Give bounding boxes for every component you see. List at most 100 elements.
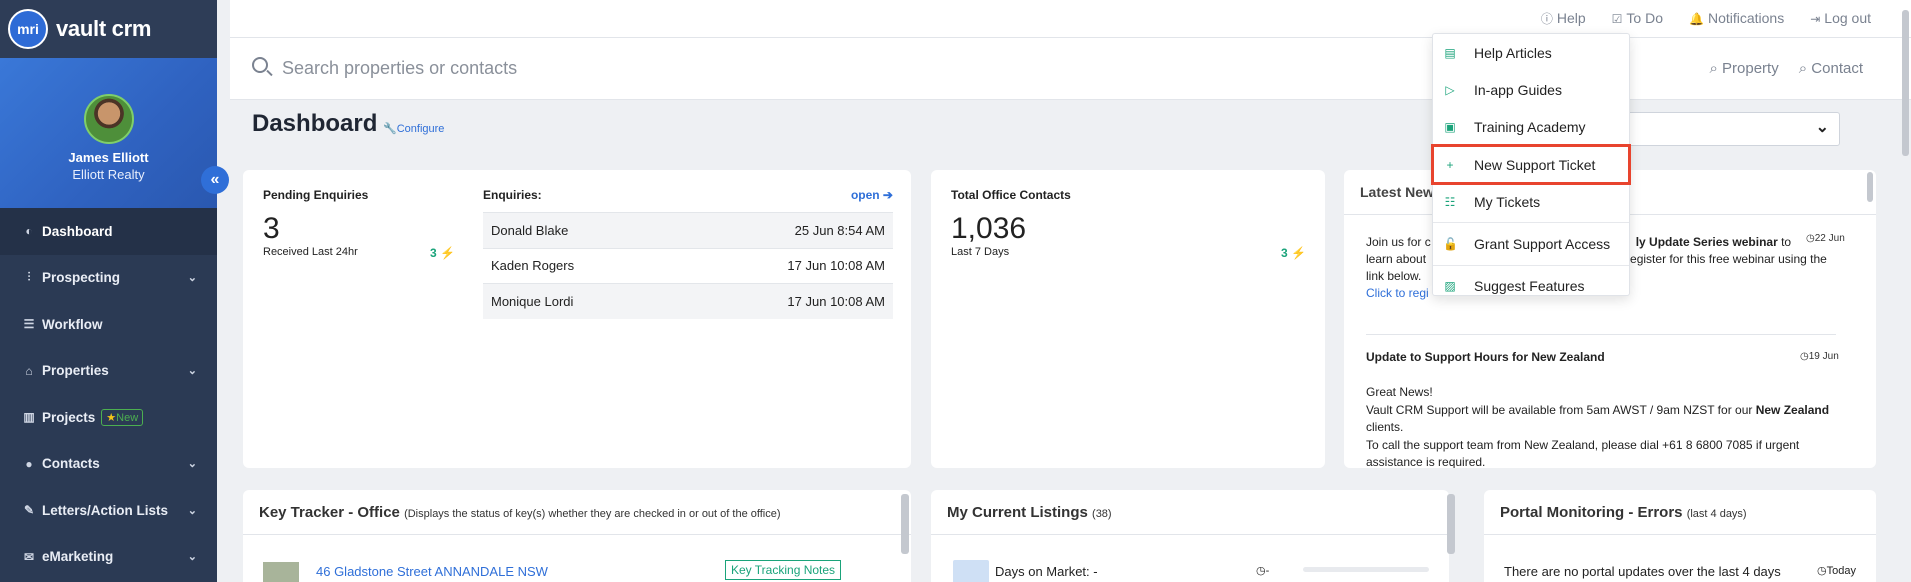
sidebar-item-prospecting[interactable]: ⫶ Prospecting ⌄ [0, 255, 217, 302]
configure-label: Configure [396, 123, 445, 135]
search-contact-button[interactable]: ⌕ Contact [1799, 60, 1863, 77]
menu-item-training-academy[interactable]: ▣ Training Academy [1433, 109, 1629, 146]
todo-link[interactable]: ☑ To Do [1612, 10, 1663, 27]
dashboard-select[interactable] [1622, 112, 1840, 146]
listings-heading: My Current Listings [947, 504, 1088, 521]
key-tracking-notes-button[interactable]: Key Tracking Notes [725, 560, 842, 580]
news-text: clients. [1366, 420, 1404, 434]
news-text: Great News! [1366, 385, 1433, 399]
tickets-list-icon: ☷ [1444, 194, 1456, 209]
table-row[interactable]: Donald Blake 25 Jun 8:54 AM [483, 212, 893, 248]
sidebar-item-label: Letters/Action Lists [42, 502, 169, 518]
sidebar-item-contacts[interactable]: ● Contacts ⌄ [0, 441, 217, 488]
menu-item-new-support-ticket[interactable]: + New Support Ticket [1431, 143, 1631, 186]
help-label: Help [1556, 10, 1586, 26]
portal-heading: Portal Monitoring - Errors [1500, 504, 1683, 521]
sidebar: mri vault crm James Elliott Elliott Real… [0, 0, 229, 582]
page-title: Dashboard [252, 110, 378, 137]
menu-item-label: Help Articles [1474, 44, 1552, 61]
help-link[interactable]: ⓘ Help [1541, 10, 1586, 27]
listings-scrollbar[interactable] [1447, 494, 1455, 554]
menu-item-grant-support-access[interactable]: 🔓 Grant Support Access [1433, 225, 1629, 262]
brand[interactable]: mri vault crm [0, 0, 217, 58]
edit-icon: ✎ [23, 503, 35, 518]
brand-logo: mri [8, 9, 48, 49]
sidebar-item-label: Workflow [42, 316, 103, 332]
divider [243, 534, 911, 535]
notifications-label: Notifications [1707, 10, 1785, 26]
contacts-badge[interactable]: 3 ⚡ [1281, 246, 1306, 260]
current-listings-card: My Current Listings (38) Days on Market:… [931, 490, 1455, 582]
search-property-button[interactable]: ⌕ Property [1709, 60, 1778, 77]
menu-item-help-articles[interactable]: ▤ Help Articles [1433, 34, 1629, 71]
menu-item-suggest-features[interactable]: ▨ Suggest Features [1433, 268, 1629, 305]
search-contact-label: Contact [1811, 60, 1863, 77]
help-dropdown-menu: ▤ Help Articles ▷ In-app Guides ▣ Traini… [1431, 33, 1631, 296]
avatar[interactable] [83, 94, 134, 144]
configure-link[interactable]: 🔧Configure [383, 122, 444, 135]
menu-item-label: New Support Ticket [1474, 156, 1596, 173]
open-enquiries-link[interactable]: open ➔ [851, 188, 893, 202]
chevron-down-icon: ⌄ [187, 458, 197, 471]
feedback-icon: ▨ [1444, 279, 1456, 294]
property-address-link[interactable]: 46 Gladstone Street ANNANDALE NSW [316, 564, 548, 579]
news-text: Vault CRM Support will be available from… [1366, 402, 1756, 417]
pending-badge[interactable]: 3 ⚡ [430, 246, 455, 260]
sidebar-nav: ◐ Dashboard ⫶ Prospecting ⌄ ☰ Workflow ⌂… [0, 208, 217, 580]
menu-item-label: My Tickets [1474, 193, 1541, 210]
key-tracker-title: Key Tracker - Office (Displays the statu… [259, 504, 781, 521]
sidebar-item-label: Contacts [42, 456, 100, 472]
wrench-icon: 🔧 [383, 123, 397, 135]
key-tracker-heading: Key Tracker - Office [259, 504, 400, 521]
news-item-2-title: Update to Support Hours for New Zealand [1366, 350, 1605, 364]
menu-item-label: Grant Support Access [1474, 236, 1611, 253]
news-bold: New Zealand [1755, 402, 1830, 417]
logout-link[interactable]: ⇥ Log out [1810, 10, 1871, 27]
user-icon: ● [25, 456, 33, 471]
enquiry-date: 17 Jun 10:08 AM [787, 293, 885, 309]
page-scrollbar[interactable] [1902, 10, 1909, 156]
news-scrollbar[interactable] [1867, 172, 1873, 202]
key-tracker-subtitle: (Displays the status of key(s) whether t… [404, 508, 781, 520]
portal-monitoring-card: Portal Monitoring - Errors (last 4 days)… [1484, 490, 1876, 582]
sidebar-item-label: Properties [42, 363, 109, 379]
sidebar-item-workflow[interactable]: ☰ Workflow [0, 301, 217, 348]
building-icon: ▥ [23, 410, 35, 425]
sidebar-item-emarketing[interactable]: ✉ eMarketing ⌄ [0, 534, 217, 581]
news-text: link below. [1366, 269, 1422, 283]
list-icon: ☰ [23, 317, 35, 332]
sidebar-item-letters[interactable]: ✎ Letters/Action Lists ⌄ [0, 487, 217, 534]
total-contacts-card: Total Office Contacts 1,036 Last 7 Days … [931, 170, 1325, 468]
news-text: Join us for c [1366, 235, 1431, 249]
sidebar-item-dashboard[interactable]: ◐ Dashboard [0, 208, 217, 255]
top-links: ⓘ Help ☑ To Do 🔔 Notifications ⇥ Log out [1541, 10, 1871, 27]
news-date: ◷19 Jun [1800, 351, 1839, 362]
sidebar-item-label: Dashboard [42, 223, 113, 239]
divider [1433, 264, 1629, 266]
contacts-count: 1,036 [951, 212, 1027, 245]
news-text: to [1777, 235, 1792, 249]
collapse-sidebar-button[interactable]: « [201, 166, 229, 194]
logout-icon: ⇥ [1810, 12, 1821, 26]
key-tracker-scrollbar[interactable] [901, 494, 909, 554]
news-bold: ly Update Series webinar [1635, 235, 1778, 249]
sidebar-item-projects[interactable]: ▥ Projects ★New [0, 394, 217, 441]
news-register-link[interactable]: Click to regi [1366, 286, 1429, 300]
table-row[interactable]: Kaden Rogers 17 Jun 10:08 AM [483, 247, 893, 284]
progress-bar [1303, 567, 1429, 572]
chevron-down-icon: ⌄ [187, 365, 197, 378]
prospecting-icon: ⫶ [27, 270, 31, 285]
contacts-summary: Total Office Contacts 1,036 Last 7 Days [951, 188, 1071, 258]
menu-item-in-app-guides[interactable]: ▷ In-app Guides [1433, 71, 1629, 108]
menu-item-label: In-app Guides [1474, 81, 1562, 98]
new-badge: ★New [101, 408, 144, 426]
sidebar-item-properties[interactable]: ⌂ Properties ⌄ [0, 348, 217, 395]
new-badge-label: New [116, 411, 139, 424]
menu-item-label: Training Academy [1474, 119, 1586, 136]
search-scope: ⌕ Property ⌕ Contact [1709, 60, 1863, 77]
search-input[interactable] [282, 54, 882, 82]
menu-item-my-tickets[interactable]: ☷ My Tickets [1433, 183, 1629, 220]
table-row[interactable]: Monique Lordi 17 Jun 10:08 AM [483, 283, 893, 319]
search-bar: ⌕ Property ⌕ Contact [230, 38, 1911, 100]
notifications-link[interactable]: 🔔 Notifications [1689, 10, 1784, 27]
